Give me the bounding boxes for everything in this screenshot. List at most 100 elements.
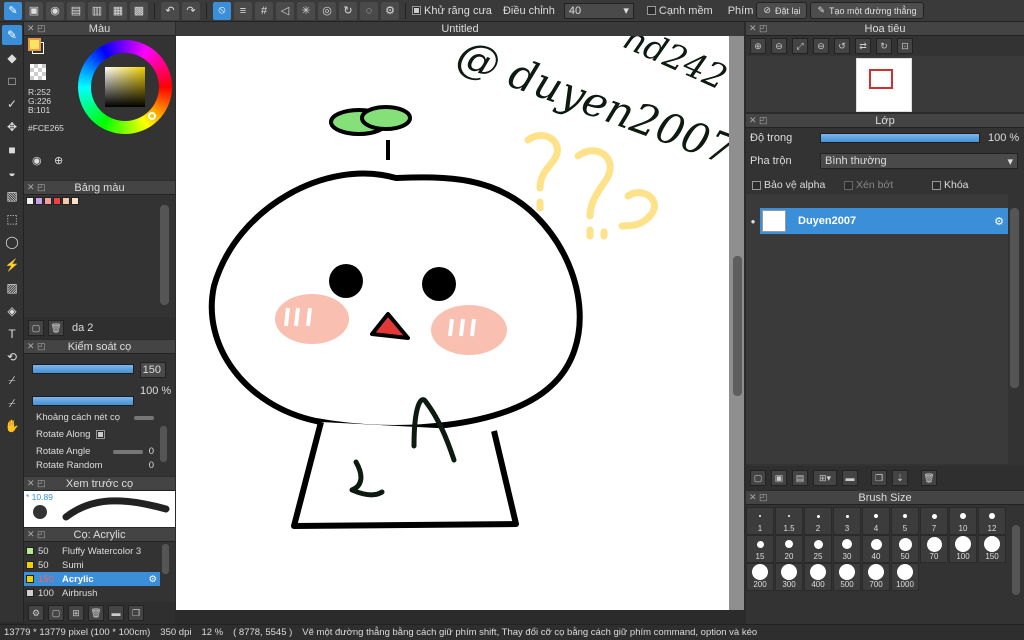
brush-list-item[interactable]: 50 Fluffy Watercolor 3	[24, 544, 160, 558]
layer-settings-icon[interactable]: ⚙	[994, 215, 1004, 228]
brush-size-cell[interactable]: 200	[746, 563, 774, 591]
navigator-thumbnail[interactable]	[856, 58, 912, 112]
zoom-in-icon[interactable]: ⊕	[750, 38, 766, 54]
protect-alpha-checkbox[interactable]: Bảo vệ alpha	[752, 179, 825, 191]
delete-brush-icon[interactable]: 🗑	[88, 605, 104, 621]
hue-marker[interactable]	[148, 112, 156, 120]
eyedropper-tool-icon[interactable]: ⌿	[2, 370, 22, 390]
brush-size-cell[interactable]: 10	[949, 507, 977, 535]
palette-swatch[interactable]	[26, 197, 34, 205]
palette-swatch[interactable]	[35, 197, 43, 205]
move-tool-icon[interactable]: ✥	[2, 117, 22, 137]
parallel-snap-icon[interactable]: ≡	[234, 1, 252, 20]
brush-size-cell[interactable]: 3	[833, 507, 861, 535]
rect-select-icon[interactable]: ⬚	[2, 209, 22, 229]
vanishing-snap-icon[interactable]: ◁	[276, 1, 294, 20]
select-eraser-icon[interactable]: ◈	[2, 301, 22, 321]
antialias-check-icon[interactable]	[412, 6, 421, 16]
redo-icon[interactable]: ↷	[182, 1, 200, 20]
rotate-right-icon[interactable]: ↻	[876, 38, 892, 54]
rotate-angle-row[interactable]: Rotate Angle 0	[36, 443, 154, 460]
new-brush-icon[interactable]: ▢	[48, 605, 64, 621]
brush-size-cell[interactable]: 1000	[891, 563, 919, 591]
zoom-out-icon[interactable]: ⊖	[771, 38, 787, 54]
brush-size-cell[interactable]: 15	[746, 535, 774, 563]
brush-size-cell[interactable]: 25	[804, 535, 832, 563]
brush-size-cell[interactable]: 700	[862, 563, 890, 591]
rotate-left-icon[interactable]: ↺	[834, 38, 850, 54]
brush-size-cell[interactable]: 30	[833, 535, 861, 563]
brush-size-cell[interactable]: 7	[920, 507, 948, 535]
palette-scrollbar[interactable]	[160, 205, 169, 305]
layer-opacity-slider[interactable]	[820, 133, 980, 143]
pages-icon[interactable]: ▦	[109, 1, 127, 20]
foreground-color-swatch[interactable]	[28, 38, 41, 51]
radial-snap-icon[interactable]: ✳	[297, 1, 315, 20]
page-icon[interactable]: ▥	[88, 1, 106, 20]
add-brush-icon[interactable]: ⊞	[68, 605, 84, 621]
canvas-area[interactable]: @ duyen2007 nd242	[176, 36, 744, 610]
divide-tool-icon[interactable]: ⟲	[2, 347, 22, 367]
brush-settings-icon[interactable]: ⚙	[28, 605, 44, 621]
brush-size-cell[interactable]: 1.5	[775, 507, 803, 535]
canvas-vertical-scrollbar[interactable]	[733, 256, 742, 396]
brush-size-cell[interactable]: 300	[775, 563, 803, 591]
new-layer-icon[interactable]: ▢	[750, 470, 766, 486]
delete-palette-icon[interactable]: 🗑	[48, 320, 64, 336]
eraser-tool-icon[interactable]: ◆	[2, 48, 22, 68]
brush-size-cell[interactable]: 5	[891, 507, 919, 535]
palette-swatch[interactable]	[44, 197, 52, 205]
brush-size-value[interactable]: 150	[140, 362, 166, 378]
curve-snap-icon[interactable]: ↻	[339, 1, 357, 20]
new-1bit-layer-icon[interactable]: ▤	[792, 470, 808, 486]
lock-checkbox[interactable]: Khóa	[932, 179, 969, 191]
close-icon[interactable]: ✕ ◰	[27, 478, 46, 489]
settings-snap-icon[interactable]: ⚙	[381, 1, 399, 20]
snap-off-icon[interactable]: ⦸	[213, 1, 231, 20]
protect-alpha-check-icon[interactable]	[752, 180, 761, 190]
gradient-tool-icon[interactable]: ▧	[2, 186, 22, 206]
brush-opacity-slider[interactable]	[32, 396, 134, 406]
duplicate-brush-icon[interactable]: ❐	[128, 605, 144, 621]
add-layer-menu-icon[interactable]: ⊞▾	[813, 470, 837, 486]
brush-size-cell[interactable]: 70	[920, 535, 948, 563]
navigator-viewport[interactable]	[869, 69, 893, 89]
brush-size-cell[interactable]: 150	[978, 535, 1006, 563]
delete-layer-icon[interactable]: 🗑	[921, 470, 937, 486]
new-palette-icon[interactable]: ▢	[28, 320, 44, 336]
comment-icon[interactable]: ◉	[46, 1, 64, 20]
layer-scrollbar[interactable]	[1010, 208, 1019, 388]
palette-swatch[interactable]	[53, 197, 61, 205]
brush-size-cell[interactable]: 40	[862, 535, 890, 563]
close-icon[interactable]: ✕ ◰	[749, 115, 768, 126]
color-picker-icon[interactable]: ◉	[32, 154, 46, 168]
blend-mode-select[interactable]: Bình thường ▾	[820, 153, 1018, 169]
grid-icon[interactable]: ▩	[130, 1, 148, 20]
brush-mode-icon[interactable]: ✎	[4, 1, 22, 20]
clip-checkbox[interactable]: Xén bớt	[844, 179, 893, 191]
reset-view-icon[interactable]: ⊡	[897, 38, 913, 54]
brush-list-item[interactable]: 100 Airbrush	[24, 586, 160, 600]
close-icon[interactable]: ✕ ◰	[27, 341, 46, 352]
palette-swatch[interactable]	[62, 197, 70, 205]
new-file-icon[interactable]: ▣	[25, 1, 43, 20]
brush-size-cell[interactable]: 1	[746, 507, 774, 535]
soft-edge-checkbox[interactable]: Cạnh mềm	[646, 5, 713, 17]
adjust-select[interactable]: 40 ▾	[563, 2, 634, 19]
hand-tool-icon[interactable]: ✋	[2, 416, 22, 436]
circle-snap-icon[interactable]: ◎	[318, 1, 336, 20]
spacing-slider[interactable]	[134, 415, 154, 420]
soft-edge-check-icon[interactable]	[646, 6, 656, 16]
folder-icon[interactable]: ▬	[108, 605, 124, 621]
brush-list-item[interactable]: 50 Sumi	[24, 558, 160, 572]
brush-size-cell[interactable]: 4	[862, 507, 890, 535]
reset-button[interactable]: ⊘ Đặt lại	[756, 2, 808, 19]
brush-size-cell[interactable]: 20	[775, 535, 803, 563]
rotate-along-row[interactable]: Rotate Along	[36, 426, 154, 443]
select-pen-tool-icon[interactable]: ▨	[2, 278, 22, 298]
layer-row[interactable]: ● Duyen2007 ⚙	[746, 208, 1008, 234]
clip-check-icon[interactable]	[844, 180, 853, 190]
brush-size-cell[interactable]: 12	[978, 507, 1006, 535]
palette-swatch[interactable]	[71, 197, 79, 205]
lock-check-icon[interactable]	[932, 180, 941, 190]
